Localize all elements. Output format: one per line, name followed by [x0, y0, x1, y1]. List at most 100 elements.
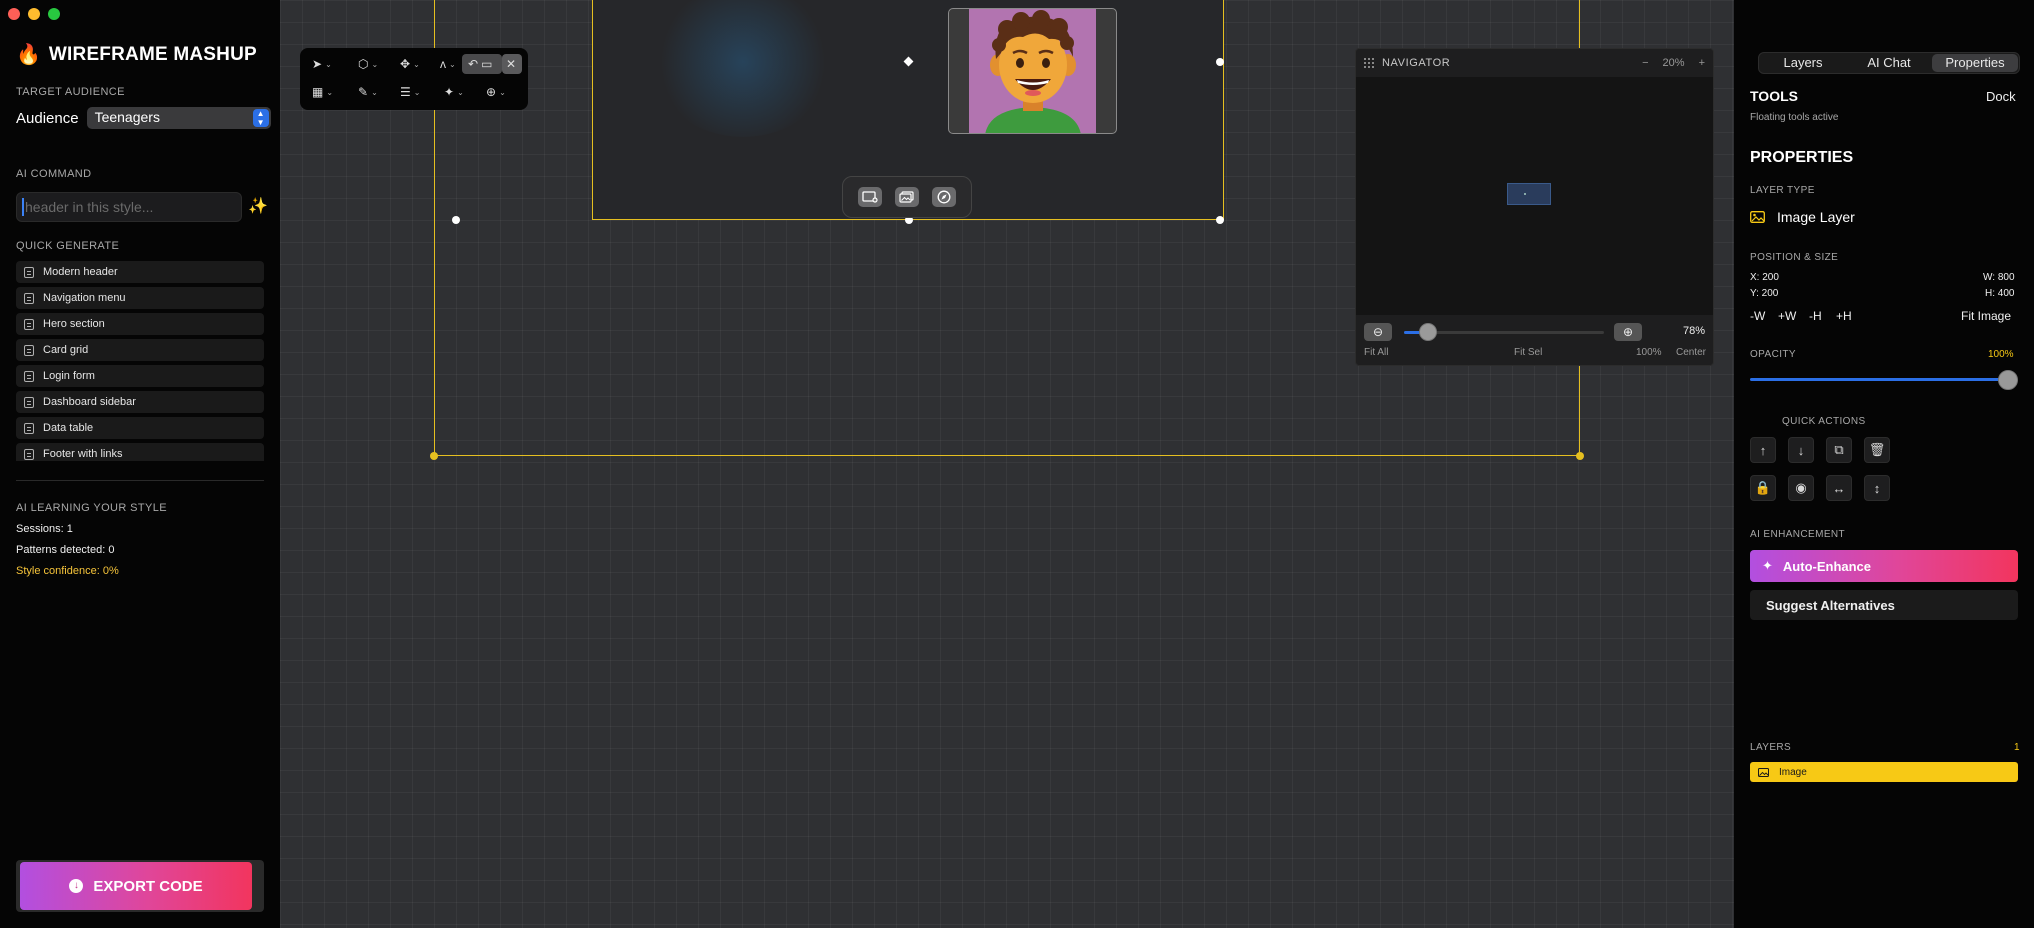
pen-tool-button[interactable]: ʌ ⌄: [440, 54, 456, 74]
arrow-down-icon[interactable]: ↓: [1788, 437, 1814, 463]
quick-generate-item[interactable]: Dashboard sidebar: [16, 391, 264, 413]
layer-item[interactable]: Image: [1750, 762, 2018, 782]
resize-handle[interactable]: [1216, 58, 1224, 66]
list-tool-button[interactable]: ☰ ⌄: [400, 82, 420, 102]
flame-icon: 🔥: [16, 44, 41, 66]
close-icon: ✕: [506, 57, 517, 71]
ai-command-input[interactable]: [16, 192, 242, 222]
zoom-out-icon[interactable]: ⊖: [1364, 323, 1392, 341]
fit-all-button[interactable]: Fit All: [1364, 347, 1388, 358]
layers-count: 1: [2014, 742, 2020, 753]
resize-handle[interactable]: [1576, 452, 1584, 460]
image-icon: [1750, 211, 1765, 223]
ai-enhancement-label: AI ENHANCEMENT: [1750, 529, 1846, 540]
export-container: ↓ EXPORT CODE: [16, 860, 264, 912]
arrow-up-icon[interactable]: ↑: [1750, 437, 1776, 463]
tab-ai-chat[interactable]: AI Chat: [1846, 54, 1932, 72]
navigator-zoom-out-button[interactable]: −: [1642, 57, 1648, 69]
opacity-value: 100%: [1988, 349, 2014, 360]
app-title: WIREFRAME MASHUP: [48, 43, 257, 65]
add-image-icon[interactable]: [857, 187, 882, 207]
x-value: X: 200: [1750, 272, 1779, 283]
list-icon: ☰: [400, 85, 411, 99]
template-icon: [24, 266, 34, 278]
resize-handle[interactable]: [452, 216, 460, 224]
design-canvas[interactable]: ➤ ⌄ ⬡ ⌄ ✥ ⌄ ʌ ⌄ ↶ ▭ ✕ ▦ ⌄ ✎ ⌄ ☰ ⌄ ✦ ⌄ ⊕ ⌄ NAVIGATO…: [280, 0, 1734, 928]
flip-vertical-icon[interactable]: ↕: [1864, 475, 1890, 501]
template-icon: [24, 344, 34, 356]
width-increase-button[interactable]: +W: [1778, 309, 1796, 323]
window-close-button[interactable]: [8, 8, 20, 20]
zoom-100-button[interactable]: 100%: [1636, 347, 1662, 358]
fit-selection-button[interactable]: Fit Sel: [1514, 347, 1542, 358]
compass-icon[interactable]: [932, 187, 957, 207]
suggest-alternatives-button[interactable]: Suggest Alternatives: [1750, 590, 2018, 620]
opacity-slider[interactable]: [1750, 378, 2012, 381]
fit-image-button[interactable]: Fit Image: [1961, 309, 2011, 323]
navigator-zoom-row: ⊖ ⊕ 78%: [1356, 319, 1713, 343]
dock-button[interactable]: Dock: [1986, 89, 2016, 104]
chevron-down-icon: ⌄: [499, 87, 506, 97]
shape-tool-button[interactable]: ⬡ ⌄: [358, 54, 378, 74]
audience-label: Audience: [16, 109, 79, 127]
height-increase-button[interactable]: +H: [1836, 309, 1852, 323]
pen-icon: ʌ: [440, 57, 446, 71]
window-maximize-button[interactable]: [48, 8, 60, 20]
template-icon: [24, 318, 34, 330]
effects-tool-button[interactable]: ✦ ⌄: [444, 82, 464, 102]
target-audience-label: TARGET AUDIENCE: [16, 86, 125, 98]
tab-layers[interactable]: Layers: [1760, 54, 1846, 72]
brush-tool-button[interactable]: ✎ ⌄: [358, 82, 378, 102]
auto-enhance-button[interactable]: ✦ Auto-Enhance: [1750, 550, 2018, 582]
window-minimize-button[interactable]: [28, 8, 40, 20]
undo-button[interactable]: ↶ ▭: [468, 54, 492, 74]
flip-horizontal-icon[interactable]: ↔: [1826, 475, 1852, 501]
resize-handle[interactable]: [430, 452, 438, 460]
quick-generate-item[interactable]: Card grid: [16, 339, 264, 361]
zoom-slider-knob[interactable]: [1419, 323, 1437, 341]
quick-generate-item[interactable]: Hero section: [16, 313, 264, 335]
sparkle-icon[interactable]: ✨: [248, 196, 268, 216]
zoom-in-icon[interactable]: ⊕: [1614, 323, 1642, 341]
select-tool-button[interactable]: ➤ ⌄: [312, 54, 332, 74]
quick-generate-item[interactable]: Navigation menu: [16, 287, 264, 309]
replace-image-icon[interactable]: [894, 187, 919, 207]
position-size-label: POSITION & SIZE: [1750, 252, 1839, 263]
navigator-title: NAVIGATOR: [1382, 57, 1451, 69]
navigator-zoom-in-button[interactable]: +: [1699, 57, 1705, 69]
navigator-panel: NAVIGATOR − 20% + ⊖ ⊕ 78% Fit All Fit Se…: [1355, 48, 1714, 366]
trash-icon[interactable]: 🗑: [1864, 437, 1890, 463]
resize-handle[interactable]: [1216, 216, 1224, 224]
layer-item-label: Image: [1779, 766, 1807, 778]
quick-generate-item[interactable]: Data table: [16, 417, 264, 439]
close-tools-button[interactable]: ✕: [506, 54, 516, 74]
style-confidence-stat: Style confidence: 0%: [16, 565, 119, 577]
zoom-slider[interactable]: [1404, 323, 1604, 341]
shapes-icon: ⬡: [358, 57, 369, 71]
duplicate-icon[interactable]: ⧉: [1826, 437, 1852, 463]
width-decrease-button[interactable]: -W: [1750, 309, 1765, 323]
height-decrease-button[interactable]: -H: [1809, 309, 1822, 323]
audience-select[interactable]: Teenagers ▲ ▼: [86, 107, 271, 129]
quick-generate-item[interactable]: Login form: [16, 365, 264, 387]
export-code-button[interactable]: ↓ EXPORT CODE: [20, 862, 252, 910]
add-tool-button[interactable]: ⊕ ⌄: [486, 82, 506, 102]
opacity-slider-knob[interactable]: [1998, 370, 2018, 390]
opacity-label: OPACITY: [1750, 349, 1796, 360]
center-button[interactable]: Center: [1676, 347, 1706, 358]
patterns-stat: Patterns detected: 0: [16, 544, 115, 556]
tab-properties[interactable]: Properties: [1932, 54, 2018, 72]
zoom-percent: 78%: [1682, 325, 1705, 337]
hide-icon[interactable]: ◉: [1788, 475, 1814, 501]
avatar-image[interactable]: [948, 8, 1117, 134]
navigator-viewport[interactable]: [1507, 183, 1551, 205]
quick-generate-item[interactable]: Modern header: [16, 261, 264, 283]
navigator-preview[interactable]: [1356, 77, 1713, 315]
lock-icon[interactable]: 🔒: [1750, 475, 1776, 501]
navigator-header: NAVIGATOR − 20% +: [1356, 49, 1713, 77]
move-tool-button[interactable]: ✥ ⌄: [400, 54, 420, 74]
image-icon: [1758, 767, 1769, 777]
tools-status: Floating tools active: [1750, 112, 1839, 123]
grid-tool-button[interactable]: ▦ ⌄: [312, 82, 333, 102]
quick-generate-item[interactable]: Footer with links: [16, 443, 264, 461]
